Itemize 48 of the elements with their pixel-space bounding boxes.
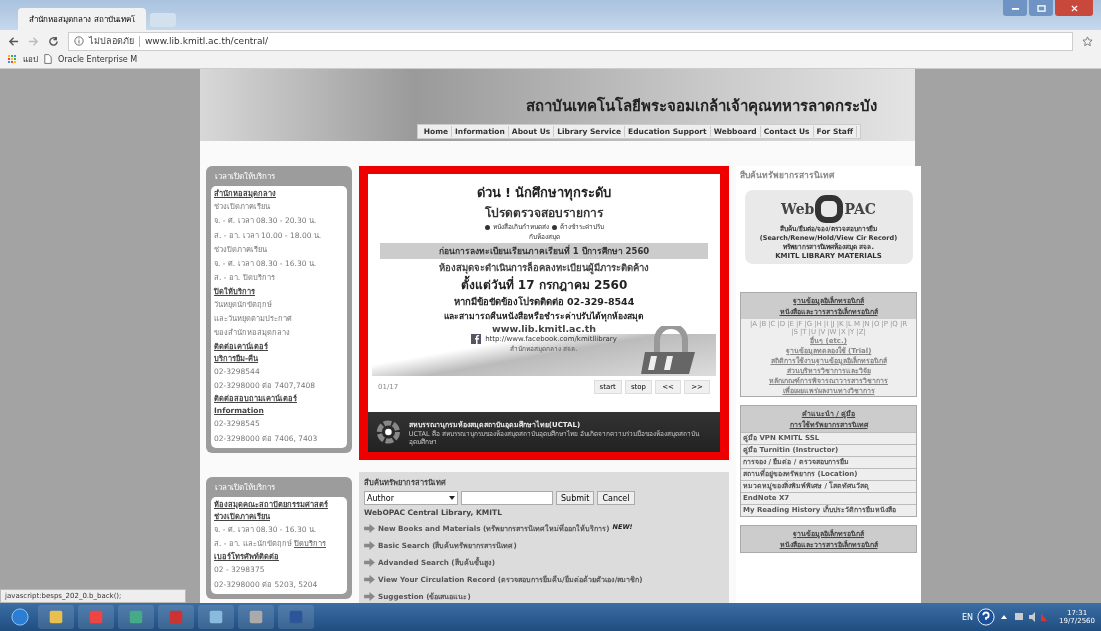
maximize-icon <box>1036 4 1046 12</box>
panel-title: เวลาเปิดให้บริการ <box>214 481 276 494</box>
close-button[interactable] <box>1055 0 1093 16</box>
back-icon[interactable] <box>8 35 19 47</box>
slide-text: และสามารถคืนหนังสือหรือชำระค่าปรับได้ทุกห้องสมุด <box>444 310 644 323</box>
star-icon[interactable] <box>1082 35 1093 47</box>
institute-title: สถาบันเทคโนโลยีพระจอมเกล้าเจ้าคุณทหารลาดกระบัง <box>526 96 877 118</box>
slide-band: ก่อนการลงทะเบียนเรียนภาคเรียนที่ 1 ปีการศึกษา 2560 <box>380 243 708 259</box>
language-indicator[interactable]: EN <box>962 612 974 622</box>
maximize-button[interactable] <box>1029 0 1053 16</box>
slide-headline: ด่วน ! นักศึกษาทุกระดับ <box>476 184 612 203</box>
logo-wordmark: PAC <box>844 201 876 217</box>
search-input[interactable] <box>461 491 553 505</box>
slide-text: หากมีข้อขัดข้องโปรดติดต่อ 02-329-8544 <box>453 295 635 309</box>
minimize-button[interactable] <box>1003 0 1027 16</box>
bookmark-link[interactable]: แอป <box>23 52 38 66</box>
caret-icon <box>449 496 455 500</box>
browser-tab[interactable]: สำนักหอสมุดกลาง สถาบันเทคโ <box>18 8 146 30</box>
arrow-icon <box>364 541 375 550</box>
close-icon <box>1069 4 1079 12</box>
reload-icon[interactable] <box>48 35 59 47</box>
bullet-dot-icon <box>551 224 557 230</box>
slide-website: www.lib.kmitl.ac.th <box>491 323 597 334</box>
bookmark-link[interactable]: Oracle Enterprise M <box>58 54 138 64</box>
arrow-icon <box>364 592 375 601</box>
section-heading: สืบค้นทรัพยากรสารนิเทศ <box>740 169 836 182</box>
apps-grid-icon[interactable] <box>8 54 17 64</box>
forward-icon[interactable] <box>28 35 39 47</box>
logo-wordmark: Web <box>781 201 815 217</box>
arrow-icon <box>364 524 375 533</box>
arrow-icon <box>364 575 375 584</box>
search-form-button[interactable]: Submit <box>556 491 595 505</box>
ring-logo-icon <box>376 419 401 445</box>
slide-text: ตั้งแต่วันที่ 17 กรกฎาคม 2560 <box>460 275 628 294</box>
bullet-dot-icon <box>484 224 490 230</box>
panel-title: เวลาเปิดให้บริการ <box>214 171 276 183</box>
minimize-icon <box>1010 5 1020 11</box>
help-icon[interactable] <box>977 608 996 626</box>
slide-subhead: โปรดตรวจสอบรายการ <box>485 205 603 222</box>
page-icon <box>44 54 52 64</box>
arrow-icon <box>364 558 375 567</box>
field-select[interactable]: Author <box>364 491 458 505</box>
tray-icons[interactable] <box>999 611 1050 623</box>
address-bar[interactable]: ไม่ปลอดภัย www.lib.kmitl.ac.th/central/ <box>68 31 1073 51</box>
info-icon <box>74 36 84 46</box>
slide-text: ห้องสมุดจะดำเนินการล็อคลงทะเบียนผู้มีภาระติดค้าง <box>439 260 649 275</box>
facebook-icon <box>471 334 482 344</box>
search-form-button[interactable]: Cancel <box>597 491 635 505</box>
